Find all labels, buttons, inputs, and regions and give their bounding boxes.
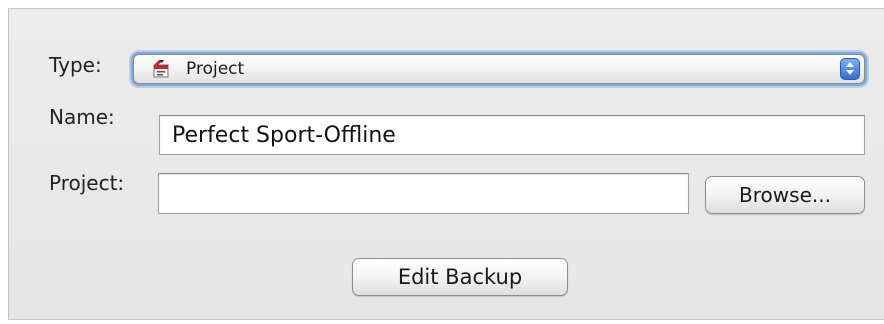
chevron-down-icon	[846, 70, 854, 75]
type-label: Type:	[49, 53, 102, 77]
type-selected-value: Project	[186, 59, 245, 79]
name-label: Name:	[49, 105, 115, 129]
project-label: Project:	[49, 171, 125, 195]
backup-settings-panel: Type: Project Name: Project: Browse... E…	[8, 8, 884, 320]
project-document-icon	[153, 60, 169, 78]
browse-button[interactable]: Browse...	[705, 176, 865, 214]
edit-backup-button[interactable]: Edit Backup	[352, 258, 568, 296]
project-path-field[interactable]	[158, 173, 689, 214]
popup-stepper-icon	[840, 58, 860, 80]
type-popup-button[interactable]: Project	[133, 54, 865, 84]
chevron-up-icon	[846, 62, 854, 67]
name-field[interactable]	[159, 115, 865, 155]
